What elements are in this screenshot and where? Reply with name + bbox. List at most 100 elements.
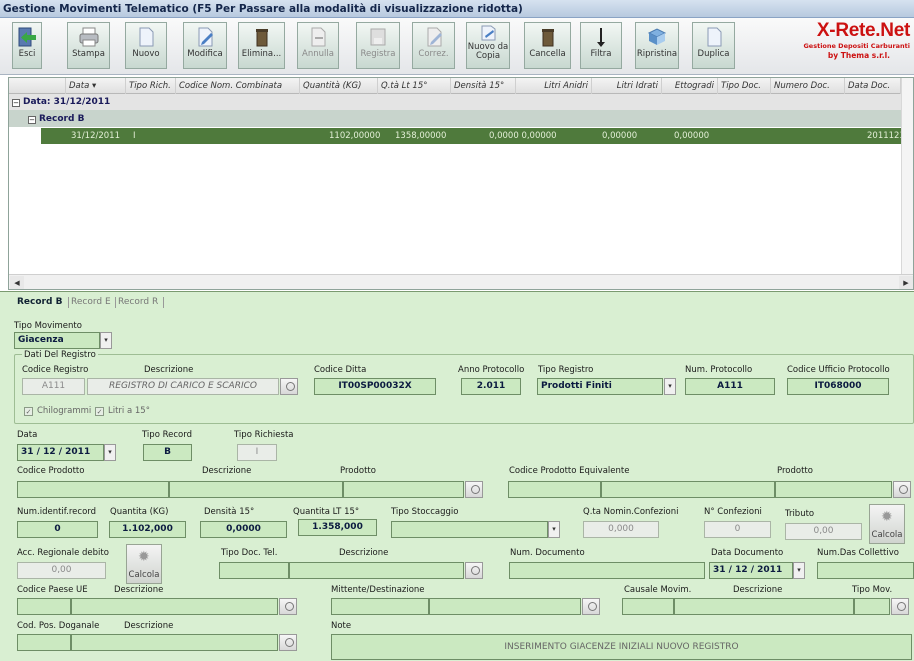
- search-icon[interactable]: [280, 378, 298, 395]
- chevron-down-icon[interactable]: ▾: [100, 332, 112, 349]
- column-header-numero-doc[interactable]: Numero Doc.: [771, 78, 845, 94]
- n-confezioni-field[interactable]: 0: [704, 521, 771, 538]
- copy-new-button[interactable]: Nuovo da Copia: [466, 22, 510, 69]
- note-field[interactable]: INSERIMENTO GIACENZE INIZIALI NUOVO REGI…: [331, 634, 912, 660]
- collapse-icon[interactable]: −: [28, 116, 36, 124]
- descrizione-prodotto-eq-field[interactable]: [601, 481, 775, 498]
- tipo-registro-select[interactable]: Prodotti Finiti: [537, 378, 663, 395]
- printer-icon: [78, 26, 100, 48]
- delete-button[interactable]: Elimina...: [238, 22, 285, 69]
- search-icon[interactable]: [279, 634, 297, 651]
- chevron-down-icon[interactable]: ▾: [793, 562, 805, 579]
- tributo-field[interactable]: 0,00: [785, 523, 862, 540]
- codice-ufficio-field[interactable]: IT068000: [787, 378, 889, 395]
- table-row[interactable]: 31/12/2011 I 1102,00000 1358,00000 0,000…: [41, 128, 913, 144]
- codice-prodotto-eq-field[interactable]: [508, 481, 601, 498]
- clear-button[interactable]: Cancella: [524, 22, 571, 69]
- exit-button[interactable]: Esci: [12, 22, 42, 69]
- num-identif-field[interactable]: 0: [17, 521, 98, 538]
- column-header-tipo-rich[interactable]: Tipo Rich.: [126, 78, 176, 94]
- mittente-code-field[interactable]: [331, 598, 429, 615]
- tipo-record-field[interactable]: B: [143, 444, 192, 461]
- search-icon[interactable]: [893, 481, 911, 498]
- data-field[interactable]: 31 / 12 / 2011: [17, 444, 104, 461]
- scroll-right-icon[interactable]: ▶: [899, 276, 913, 289]
- correction-button[interactable]: Correz.: [412, 22, 455, 69]
- save-button[interactable]: Registra: [356, 22, 400, 69]
- horizontal-scrollbar[interactable]: ◀ ▶: [9, 274, 913, 289]
- mittente-desc-field[interactable]: [429, 598, 581, 615]
- column-header-tipo-doc[interactable]: Tipo Doc.: [718, 78, 771, 94]
- tipo-stoccaggio-select[interactable]: [391, 521, 548, 538]
- descrizione-prodotto-field[interactable]: [169, 481, 343, 498]
- causale-code-field[interactable]: [622, 598, 674, 615]
- chilogrammi-checkbox[interactable]: ✓: [24, 407, 33, 416]
- edit-label: Modifica: [187, 49, 223, 59]
- data-documento-field[interactable]: 31 / 12 / 2011: [709, 562, 793, 579]
- num-das-field[interactable]: [817, 562, 914, 579]
- tab-record-r[interactable]: Record R: [118, 297, 158, 307]
- codice-paese-field[interactable]: [17, 598, 71, 615]
- registro-group-title: Dati Del Registro: [22, 350, 98, 360]
- records-grid[interactable]: Data ▾ Tipo Rich. Codice Nom. Combinata …: [8, 77, 914, 290]
- tipo-richiesta-field[interactable]: I: [237, 444, 277, 461]
- num-protocollo-field[interactable]: A111: [685, 378, 775, 395]
- chevron-down-icon[interactable]: ▾: [548, 521, 560, 538]
- tab-record-e[interactable]: Record E: [71, 297, 111, 307]
- chevron-down-icon[interactable]: ▾: [104, 444, 116, 461]
- descrizione-pos-field[interactable]: [71, 634, 278, 651]
- column-header-litri-idrati[interactable]: Litri Idrati: [592, 78, 662, 94]
- calcola-tributo-button[interactable]: Calcola: [869, 504, 905, 544]
- tipo-mov-field[interactable]: [854, 598, 890, 615]
- search-icon[interactable]: [279, 598, 297, 615]
- column-header-densita[interactable]: Densità 15°: [451, 78, 516, 94]
- causale-desc-field[interactable]: [674, 598, 854, 615]
- column-header-litri-anidri[interactable]: Litri Anidri: [516, 78, 592, 94]
- densita-field[interactable]: 0,0000: [200, 521, 287, 538]
- codice-prodotto-field[interactable]: [17, 481, 169, 498]
- search-icon[interactable]: [891, 598, 909, 615]
- vertical-scrollbar[interactable]: [901, 78, 913, 274]
- descrizione-doc-field[interactable]: [289, 562, 464, 579]
- cancel-button[interactable]: Annulla: [297, 22, 339, 69]
- search-icon[interactable]: [582, 598, 600, 615]
- anno-protocollo-field[interactable]: 2.011: [461, 378, 521, 395]
- acc-regionale-field[interactable]: 0,00: [17, 562, 106, 579]
- column-header-ettogradi[interactable]: Ettogradi: [662, 78, 718, 94]
- search-icon[interactable]: [465, 562, 483, 579]
- cod-pos-field[interactable]: [17, 634, 71, 651]
- quantita-kg-field[interactable]: 1.102,000: [109, 521, 186, 538]
- collapse-icon[interactable]: −: [12, 99, 20, 107]
- duplicate-button[interactable]: Duplica: [692, 22, 735, 69]
- codice-ditta-field[interactable]: IT00SP00032X: [314, 378, 436, 395]
- chevron-down-icon[interactable]: ▾: [664, 378, 676, 395]
- new-button[interactable]: Nuovo: [125, 22, 167, 69]
- prodotto-eq-field[interactable]: [775, 481, 892, 498]
- column-header-qta15[interactable]: Q.tà Lt 15°: [378, 78, 451, 94]
- tipo-movimento-select[interactable]: Giacenza: [14, 332, 100, 349]
- num-documento-field[interactable]: [509, 562, 705, 579]
- scroll-left-icon[interactable]: ◀: [10, 276, 24, 289]
- edit-button[interactable]: Modifica: [183, 22, 227, 69]
- descrizione-paese-field[interactable]: [71, 598, 278, 615]
- codice-registro-field[interactable]: A111: [22, 378, 85, 395]
- search-icon[interactable]: [465, 481, 483, 498]
- tab-record-b[interactable]: Record B: [17, 297, 62, 307]
- group-row-record[interactable]: − Record B: [9, 110, 913, 127]
- column-header-data-doc[interactable]: Data Doc.: [845, 78, 901, 94]
- print-button[interactable]: Stampa: [67, 22, 110, 69]
- group-row-date[interactable]: − Data: 31/12/2011: [9, 94, 913, 110]
- calcola-acc-button[interactable]: Calcola: [126, 544, 162, 584]
- qta-nomin-field[interactable]: 0,000: [583, 521, 659, 538]
- tipo-doc-tel-field[interactable]: [219, 562, 289, 579]
- quantita-lt-field[interactable]: 1.358,000: [298, 519, 377, 536]
- restore-button[interactable]: Ripristina: [635, 22, 679, 69]
- tipo-record-label: Tipo Record: [142, 430, 192, 440]
- litri15-checkbox[interactable]: ✓: [95, 407, 104, 416]
- descrizione-registro-field[interactable]: REGISTRO DI CARICO E SCARICO: [87, 378, 279, 395]
- column-header-data[interactable]: Data ▾: [66, 78, 126, 94]
- filter-button[interactable]: Filtra: [580, 22, 622, 69]
- column-header-quantita[interactable]: Quantità (KG): [300, 78, 378, 94]
- column-header-codice-nom[interactable]: Codice Nom. Combinata: [176, 78, 300, 94]
- prodotto-field[interactable]: [343, 481, 464, 498]
